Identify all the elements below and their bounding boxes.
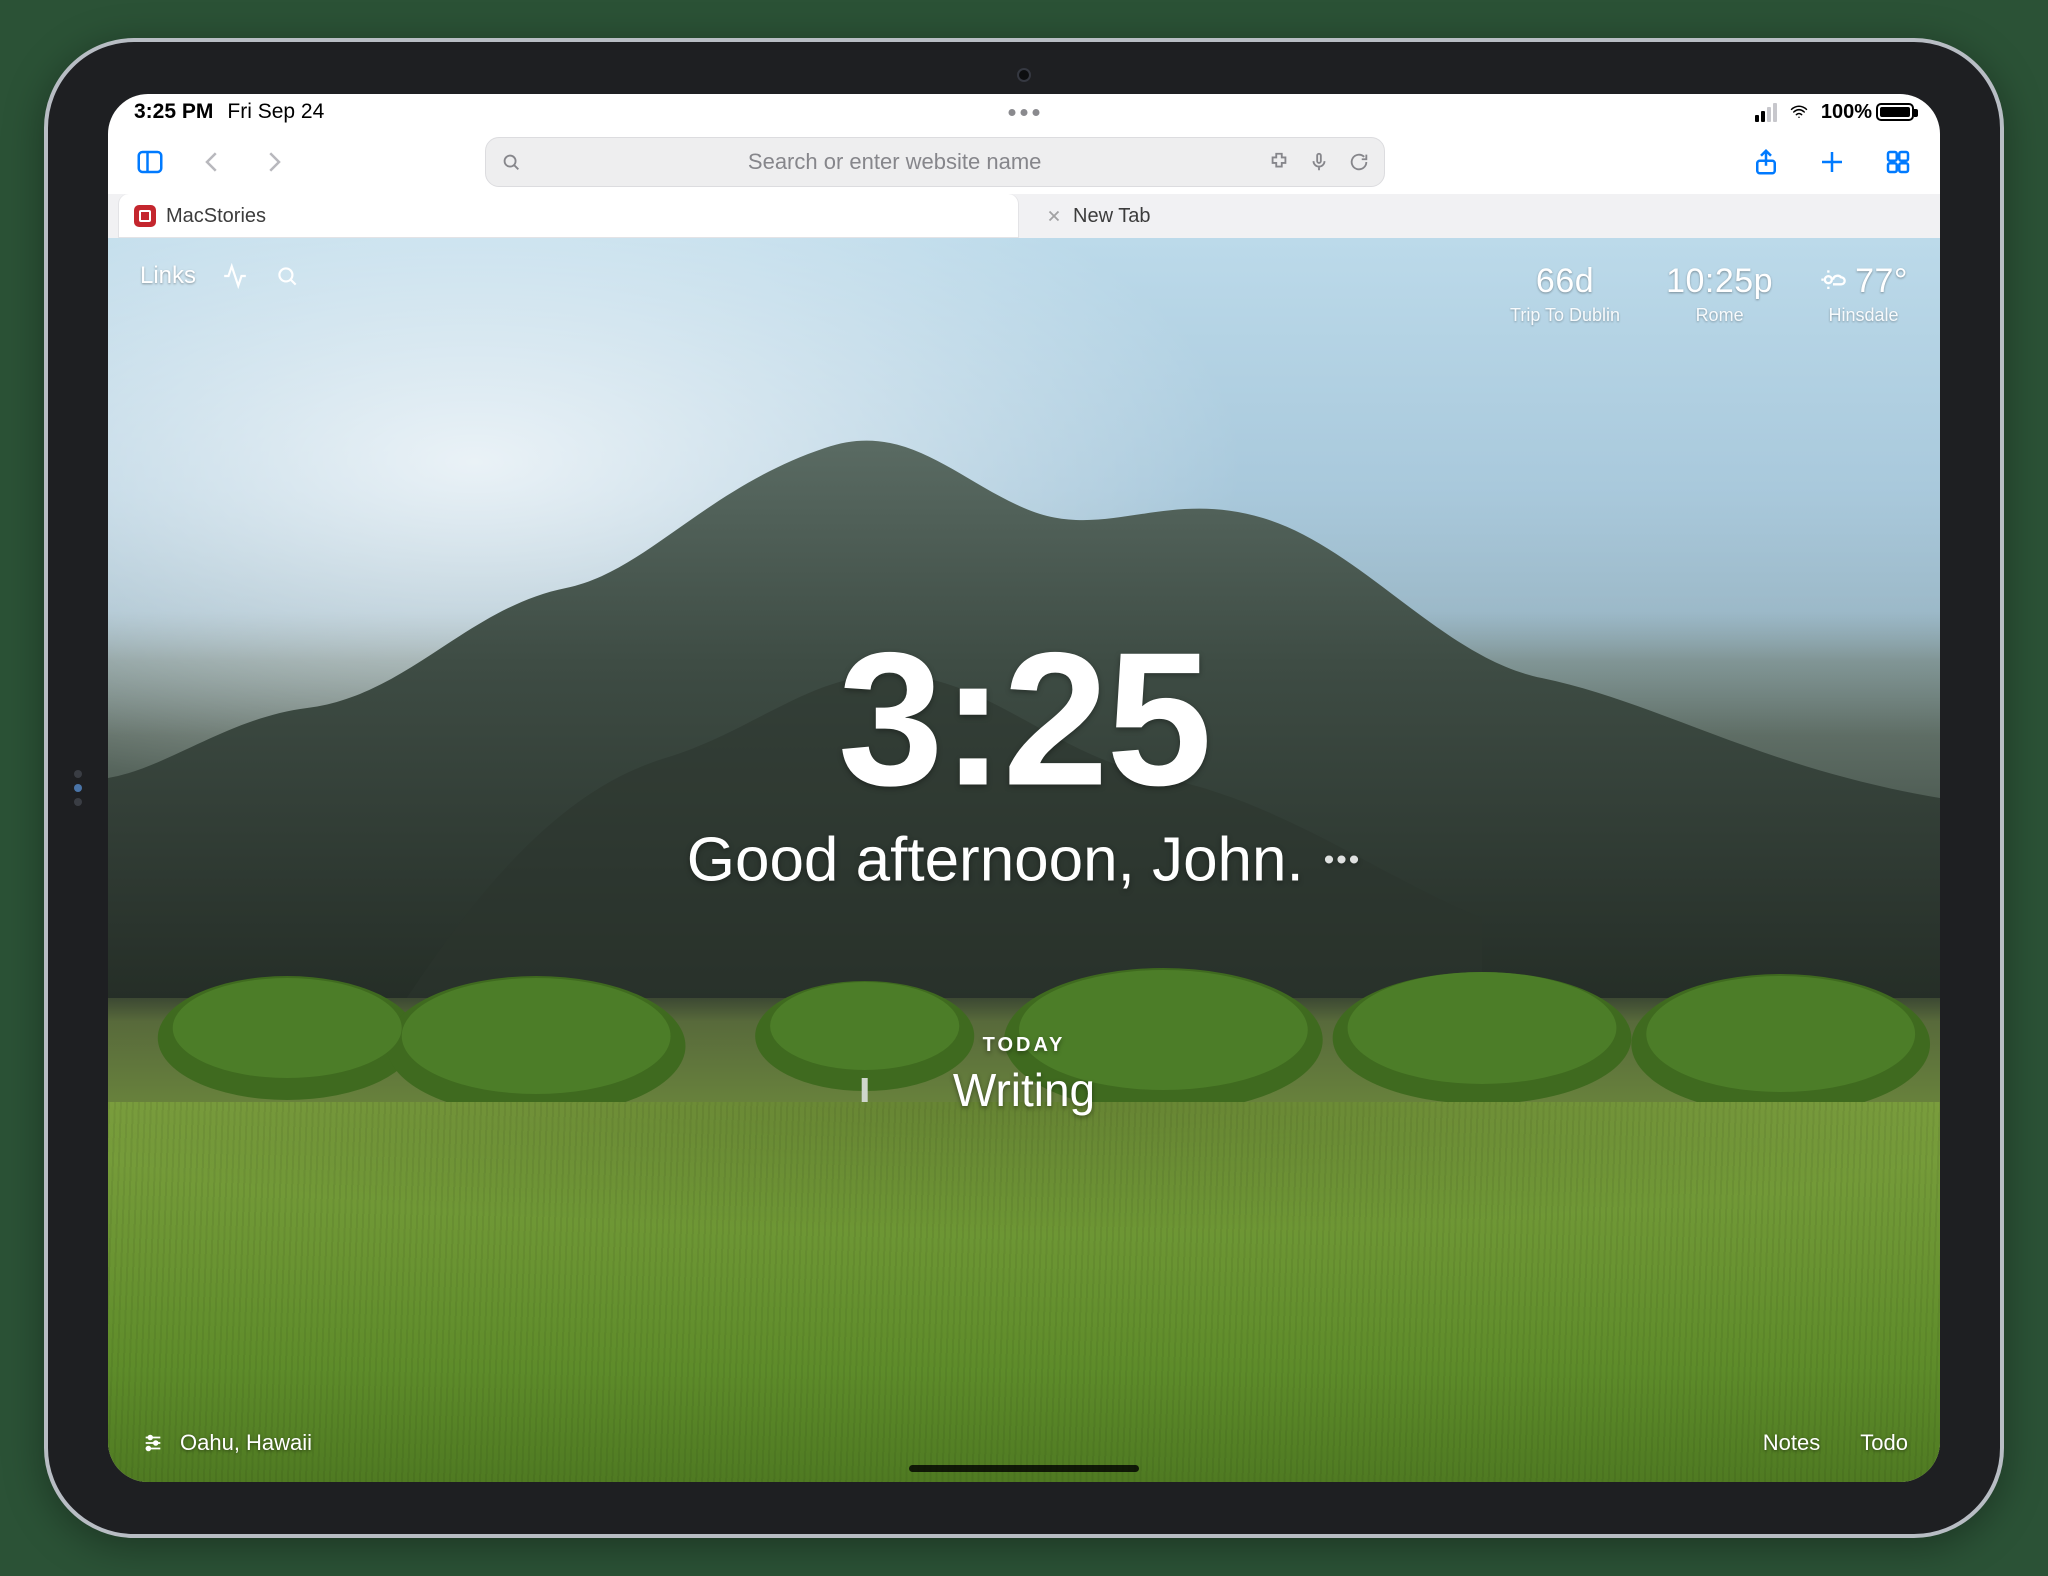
address-placeholder: Search or enter website name [534,149,1256,175]
tab-new[interactable]: New Tab [1029,194,1930,238]
cellular-icon [1755,103,1777,122]
tab-overview-button[interactable] [1876,140,1920,184]
new-tab-button[interactable] [1810,140,1854,184]
close-tab-icon[interactable] [1045,207,1063,225]
sidebar-button[interactable] [128,140,172,184]
countdown-widget[interactable]: 66d Trip To Dublin [1510,262,1620,326]
focus-value: Writing [953,1063,1095,1117]
tab-macstories[interactable]: MacStories [118,194,1019,238]
status-bar: 3:25 PM Fri Sep 24 100% [108,94,1940,130]
back-button[interactable] [190,140,234,184]
multitask-pill[interactable] [1009,109,1040,116]
notes-button[interactable]: Notes [1763,1430,1820,1456]
forward-button[interactable] [252,140,296,184]
weather-widget[interactable]: 77° Hinsdale [1819,262,1908,326]
countdown-value: 66d [1510,262,1620,301]
world-clock-label: Rome [1666,305,1773,326]
greeting-text: Good afternoon, John. [687,825,1304,896]
links-button[interactable]: Links [140,262,196,290]
home-indicator[interactable] [909,1465,1139,1472]
search-icon [500,151,522,173]
share-button[interactable] [1744,140,1788,184]
front-camera [1017,68,1031,82]
status-time: 3:25 PM [134,100,213,124]
greeting-more-icon[interactable]: ••• [1324,843,1362,877]
battery-indicator: 100% [1821,101,1914,124]
favicon-macstories [134,205,156,227]
photo-location[interactable]: Oahu, Hawaii [140,1430,312,1456]
address-bar[interactable]: Search or enter website name [485,137,1385,187]
settings-sliders-icon [140,1432,166,1454]
tab-strip: MacStories New Tab [108,194,1940,238]
grass-field [108,1102,1940,1482]
safari-toolbar: Search or enter website name [108,130,1940,194]
battery-pct: 100% [1821,101,1872,124]
weather-label: Hinsdale [1819,305,1908,326]
status-date: Fri Sep 24 [227,100,324,124]
voice-icon[interactable] [1308,151,1330,173]
todo-button[interactable]: Todo [1860,1430,1908,1456]
focus-label: TODAY [953,1034,1095,1057]
weather-value: 77° [1855,262,1908,301]
world-clock-widget[interactable]: 10:25p Rome [1666,262,1773,326]
activity-icon[interactable] [222,263,248,289]
reload-icon[interactable] [1348,151,1370,173]
countdown-label: Trip To Dublin [1510,305,1620,326]
world-clock-value: 10:25p [1666,262,1773,301]
focus-block[interactable]: TODAY Writing [953,1034,1095,1117]
tab-label: New Tab [1073,205,1150,228]
photo-location-label: Oahu, Hawaii [180,1430,312,1456]
wifi-icon [1787,103,1811,121]
ipad-frame: 3:25 PM Fri Sep 24 100% [44,38,2004,1538]
weather-icon [1819,268,1847,296]
tab-label: MacStories [166,205,266,228]
screen: 3:25 PM Fri Sep 24 100% [108,94,1940,1482]
main-clock: 3:25 [108,625,1940,815]
extensions-icon[interactable] [1268,151,1290,173]
new-tab-page: Links 66d Trip To Dublin 10:25p Rome [108,238,1940,1482]
smart-connector [74,770,82,806]
search-icon[interactable] [274,263,300,289]
